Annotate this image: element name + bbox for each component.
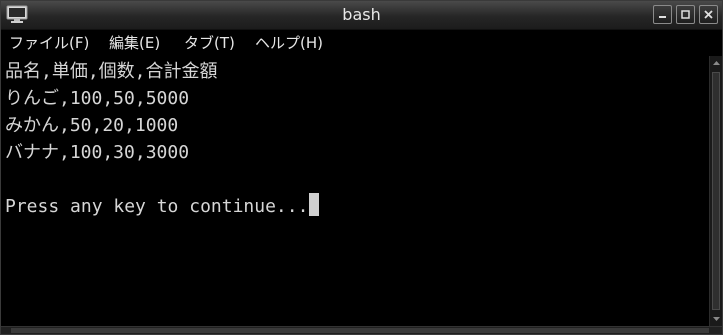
vertical-scrollbar[interactable] — [709, 56, 722, 326]
vertical-scroll-thumb[interactable] — [712, 72, 720, 310]
menu-file[interactable]: ファイル(F) — [9, 30, 89, 56]
menu-edit[interactable]: 編集(E) — [109, 30, 160, 56]
horizontal-scrollbar[interactable] — [1, 326, 722, 334]
terminal-window: bash ファイル(F) 編集(E) タブ(T) ヘルプ(H) 品名,単価,個数… — [0, 0, 723, 335]
menu-bar: ファイル(F) 編集(E) タブ(T) ヘルプ(H) — [1, 30, 722, 56]
terminal-output[interactable]: 品名,単価,個数,合計金額 りんご,100,50,5000 みかん,50,20,… — [1, 56, 709, 326]
menu-help[interactable]: ヘルプ(H) — [255, 30, 323, 56]
scroll-up-icon[interactable] — [711, 58, 722, 69]
maximize-icon — [681, 10, 690, 19]
horizontal-scroll-thumb[interactable] — [11, 328, 709, 333]
minimize-button[interactable] — [653, 5, 672, 24]
minimize-icon — [659, 16, 666, 18]
window-title: bash — [342, 5, 381, 24]
text-cursor — [309, 193, 320, 216]
continue-prompt: Press any key to continue... — [5, 196, 309, 217]
menu-tab[interactable]: タブ(T) — [184, 30, 235, 56]
output-line: バナナ,100,30,3000 — [5, 142, 190, 163]
title-bar[interactable]: bash — [1, 1, 722, 30]
output-line: みかん,50,20,1000 — [5, 115, 179, 136]
output-line: りんご,100,50,5000 — [5, 88, 190, 109]
prompt-line: Press any key to continue... — [5, 193, 320, 220]
output-line-header: 品名,単価,個数,合計金額 — [5, 61, 218, 82]
maximize-button[interactable] — [676, 5, 695, 24]
close-icon — [704, 10, 713, 19]
close-button[interactable] — [699, 5, 718, 24]
scroll-down-icon[interactable] — [711, 313, 722, 324]
